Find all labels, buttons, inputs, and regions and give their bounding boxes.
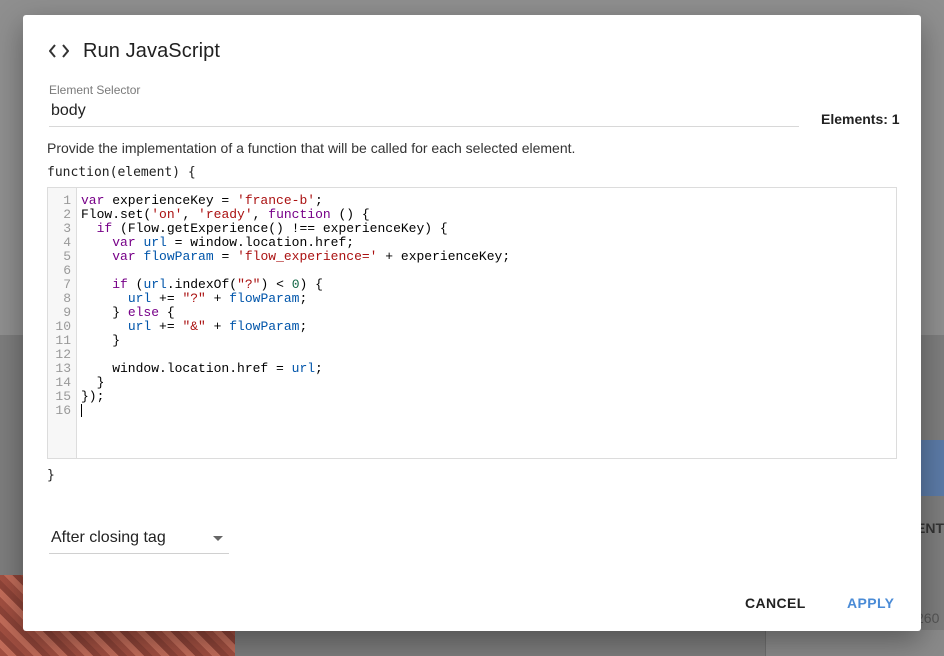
line-number: 4	[63, 235, 71, 250]
text-cursor	[81, 404, 82, 418]
dialog-header: Run JavaScript	[49, 39, 220, 63]
code-line[interactable]	[81, 404, 896, 418]
line-number: 12	[55, 347, 71, 362]
function-closing-brace: }	[47, 468, 55, 483]
line-number: 16	[55, 403, 71, 418]
line-number: 10	[55, 319, 71, 334]
line-number-gutter: 1 2 3 4 5 6 7 8 9 10 11 12 13 14 15 16	[48, 188, 77, 458]
code-line[interactable]: } else {	[81, 306, 896, 320]
line-number: 8	[63, 291, 71, 306]
line-number: 3	[63, 221, 71, 236]
elements-count: Elements: 1	[821, 111, 900, 127]
line-number: 9	[63, 305, 71, 320]
backdrop-panel	[765, 630, 944, 656]
code-line[interactable]: url += "?" + flowParam;	[81, 292, 896, 306]
line-number: 15	[55, 389, 71, 404]
code-line[interactable]	[81, 348, 896, 362]
line-number: 1	[63, 193, 71, 208]
cancel-button[interactable]: CANCEL	[745, 595, 806, 611]
code-content[interactable]: var experienceKey = 'france-b'; Flow.set(…	[81, 194, 896, 418]
code-line[interactable]: var flowParam = 'flow_experience=' + exp…	[81, 250, 896, 264]
run-javascript-dialog: Run JavaScript Element Selector body Ele…	[23, 15, 921, 631]
code-line[interactable]: if (url.indexOf("?") < 0) {	[81, 278, 896, 292]
line-number: 2	[63, 207, 71, 222]
code-line[interactable]: Flow.set('on', 'ready', function () {	[81, 208, 896, 222]
element-selector-label: Element Selector	[49, 83, 141, 97]
apply-button[interactable]: APPLY	[847, 595, 894, 611]
code-line[interactable]: var experienceKey = 'france-b';	[81, 194, 896, 208]
code-line[interactable]	[81, 264, 896, 278]
line-number: 13	[55, 361, 71, 376]
code-line[interactable]: window.location.href = url;	[81, 362, 896, 376]
code-editor[interactable]: 1 2 3 4 5 6 7 8 9 10 11 12 13 14 15 16 v…	[47, 187, 897, 459]
line-number: 14	[55, 375, 71, 390]
code-line[interactable]: }	[81, 334, 896, 348]
insert-position-value: After closing tag	[51, 529, 166, 546]
code-line[interactable]: var url = window.location.href;	[81, 236, 896, 250]
line-number: 5	[63, 249, 71, 264]
line-number: 7	[63, 277, 71, 292]
element-selector-field[interactable]: Element Selector body	[49, 83, 799, 127]
dropdown-arrow-icon	[213, 535, 223, 541]
dialog-title: Run JavaScript	[83, 39, 221, 62]
insert-position-select[interactable]: After closing tag	[49, 527, 229, 554]
code-brackets-icon	[49, 39, 69, 63]
code-line[interactable]: if (Flow.getExperience() !== experienceK…	[81, 222, 896, 236]
code-line[interactable]: }	[81, 376, 896, 390]
element-selector-input[interactable]: body	[49, 102, 799, 127]
line-number: 11	[55, 333, 71, 348]
description-text: Provide the implementation of a function…	[47, 140, 576, 156]
line-number: 6	[63, 263, 71, 278]
code-line[interactable]: url += "&" + flowParam;	[81, 320, 896, 334]
code-line[interactable]: });	[81, 390, 896, 404]
function-signature: function(element) {	[47, 165, 196, 180]
